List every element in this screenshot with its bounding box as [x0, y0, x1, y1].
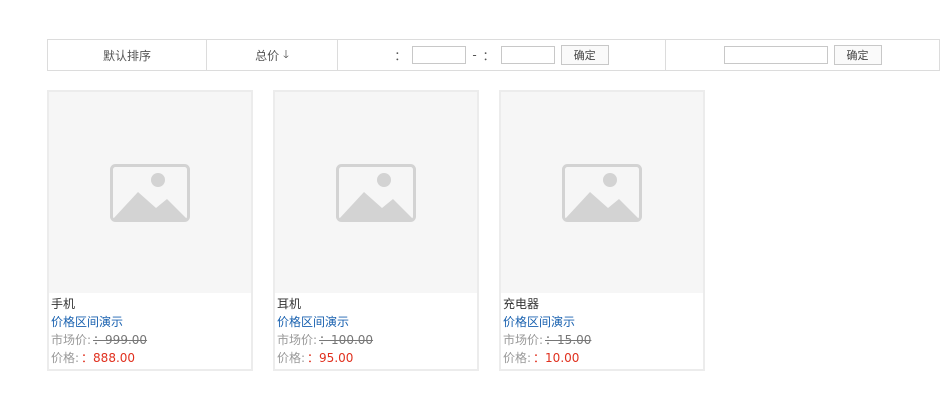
range-confirm-button[interactable]: 确定 [560, 45, 609, 65]
market-price-value: ：100.00 [319, 333, 374, 347]
sort-total-label: 总价 [255, 48, 280, 63]
product-card[interactable]: 充电器 价格区间演示 市场价: ：15.00 价格: ：10.00 [499, 90, 705, 371]
keyword-confirm-button[interactable]: 确定 [833, 45, 882, 65]
product-image[interactable] [501, 92, 703, 293]
price-from-input[interactable] [412, 46, 467, 64]
price-label: 价格: [503, 351, 532, 365]
market-price-row: 市场价: ：100.00 [277, 331, 477, 349]
sort-default-button[interactable]: 默认排序 [48, 40, 207, 70]
market-price-label: 市场价: [503, 333, 544, 347]
product-link[interactable]: 价格区间演示 [51, 313, 251, 331]
price-value: ：888.00 [81, 351, 136, 365]
price-label: 价格: [51, 351, 80, 365]
product-image[interactable] [275, 92, 477, 293]
range-colon-label-2: ： [482, 48, 495, 63]
product-link[interactable]: 价格区间演示 [503, 313, 703, 331]
market-price-row: 市场价: ：15.00 [503, 331, 703, 349]
sort-filter-bar: 默认排序 总价 🡓 ： - ： 确定 确定 [47, 39, 940, 71]
price-value: ：10.00 [533, 351, 580, 365]
range-colon-label: ： [394, 48, 407, 63]
price-row: 价格: ：888.00 [51, 349, 251, 367]
product-name[interactable]: 充电器 [503, 295, 703, 313]
price-label: 价格: [277, 351, 306, 365]
product-name[interactable]: 耳机 [277, 295, 477, 313]
image-placeholder-icon [336, 163, 416, 222]
product-card[interactable]: 手机 价格区间演示 市场价: ：999.00 价格: ：888.00 [47, 90, 253, 371]
market-price-row: 市场价: ：999.00 [51, 331, 251, 349]
product-grid: 手机 价格区间演示 市场价: ：999.00 价格: ：888.00 耳机 价格区间… [47, 90, 725, 371]
keyword-filter: 确定 [666, 40, 939, 70]
product-name[interactable]: 手机 [51, 295, 251, 313]
product-card[interactable]: 耳机 价格区间演示 市场价: ：100.00 价格: ：95.00 [273, 90, 479, 371]
image-placeholder-icon [110, 163, 190, 222]
product-image[interactable] [49, 92, 251, 293]
market-price-value: ：15.00 [545, 333, 592, 347]
price-to-input[interactable] [500, 46, 555, 64]
price-value: ：95.00 [307, 351, 354, 365]
price-row: 价格: ：10.00 [503, 349, 703, 367]
keyword-input[interactable] [723, 46, 828, 64]
price-range-filter: ： - ： 确定 [338, 40, 666, 70]
range-separator: - [472, 48, 477, 62]
market-price-value: ：999.00 [93, 333, 148, 347]
price-row: 价格: ：95.00 [277, 349, 477, 367]
product-link[interactable]: 价格区间演示 [277, 313, 477, 331]
sort-total-button[interactable]: 总价 🡓 [207, 40, 338, 70]
arrow-down-icon: 🡓 [283, 47, 289, 61]
market-price-label: 市场价: [277, 333, 318, 347]
image-placeholder-icon [562, 163, 642, 222]
market-price-label: 市场价: [51, 333, 92, 347]
sort-default-label: 默认排序 [102, 48, 151, 63]
